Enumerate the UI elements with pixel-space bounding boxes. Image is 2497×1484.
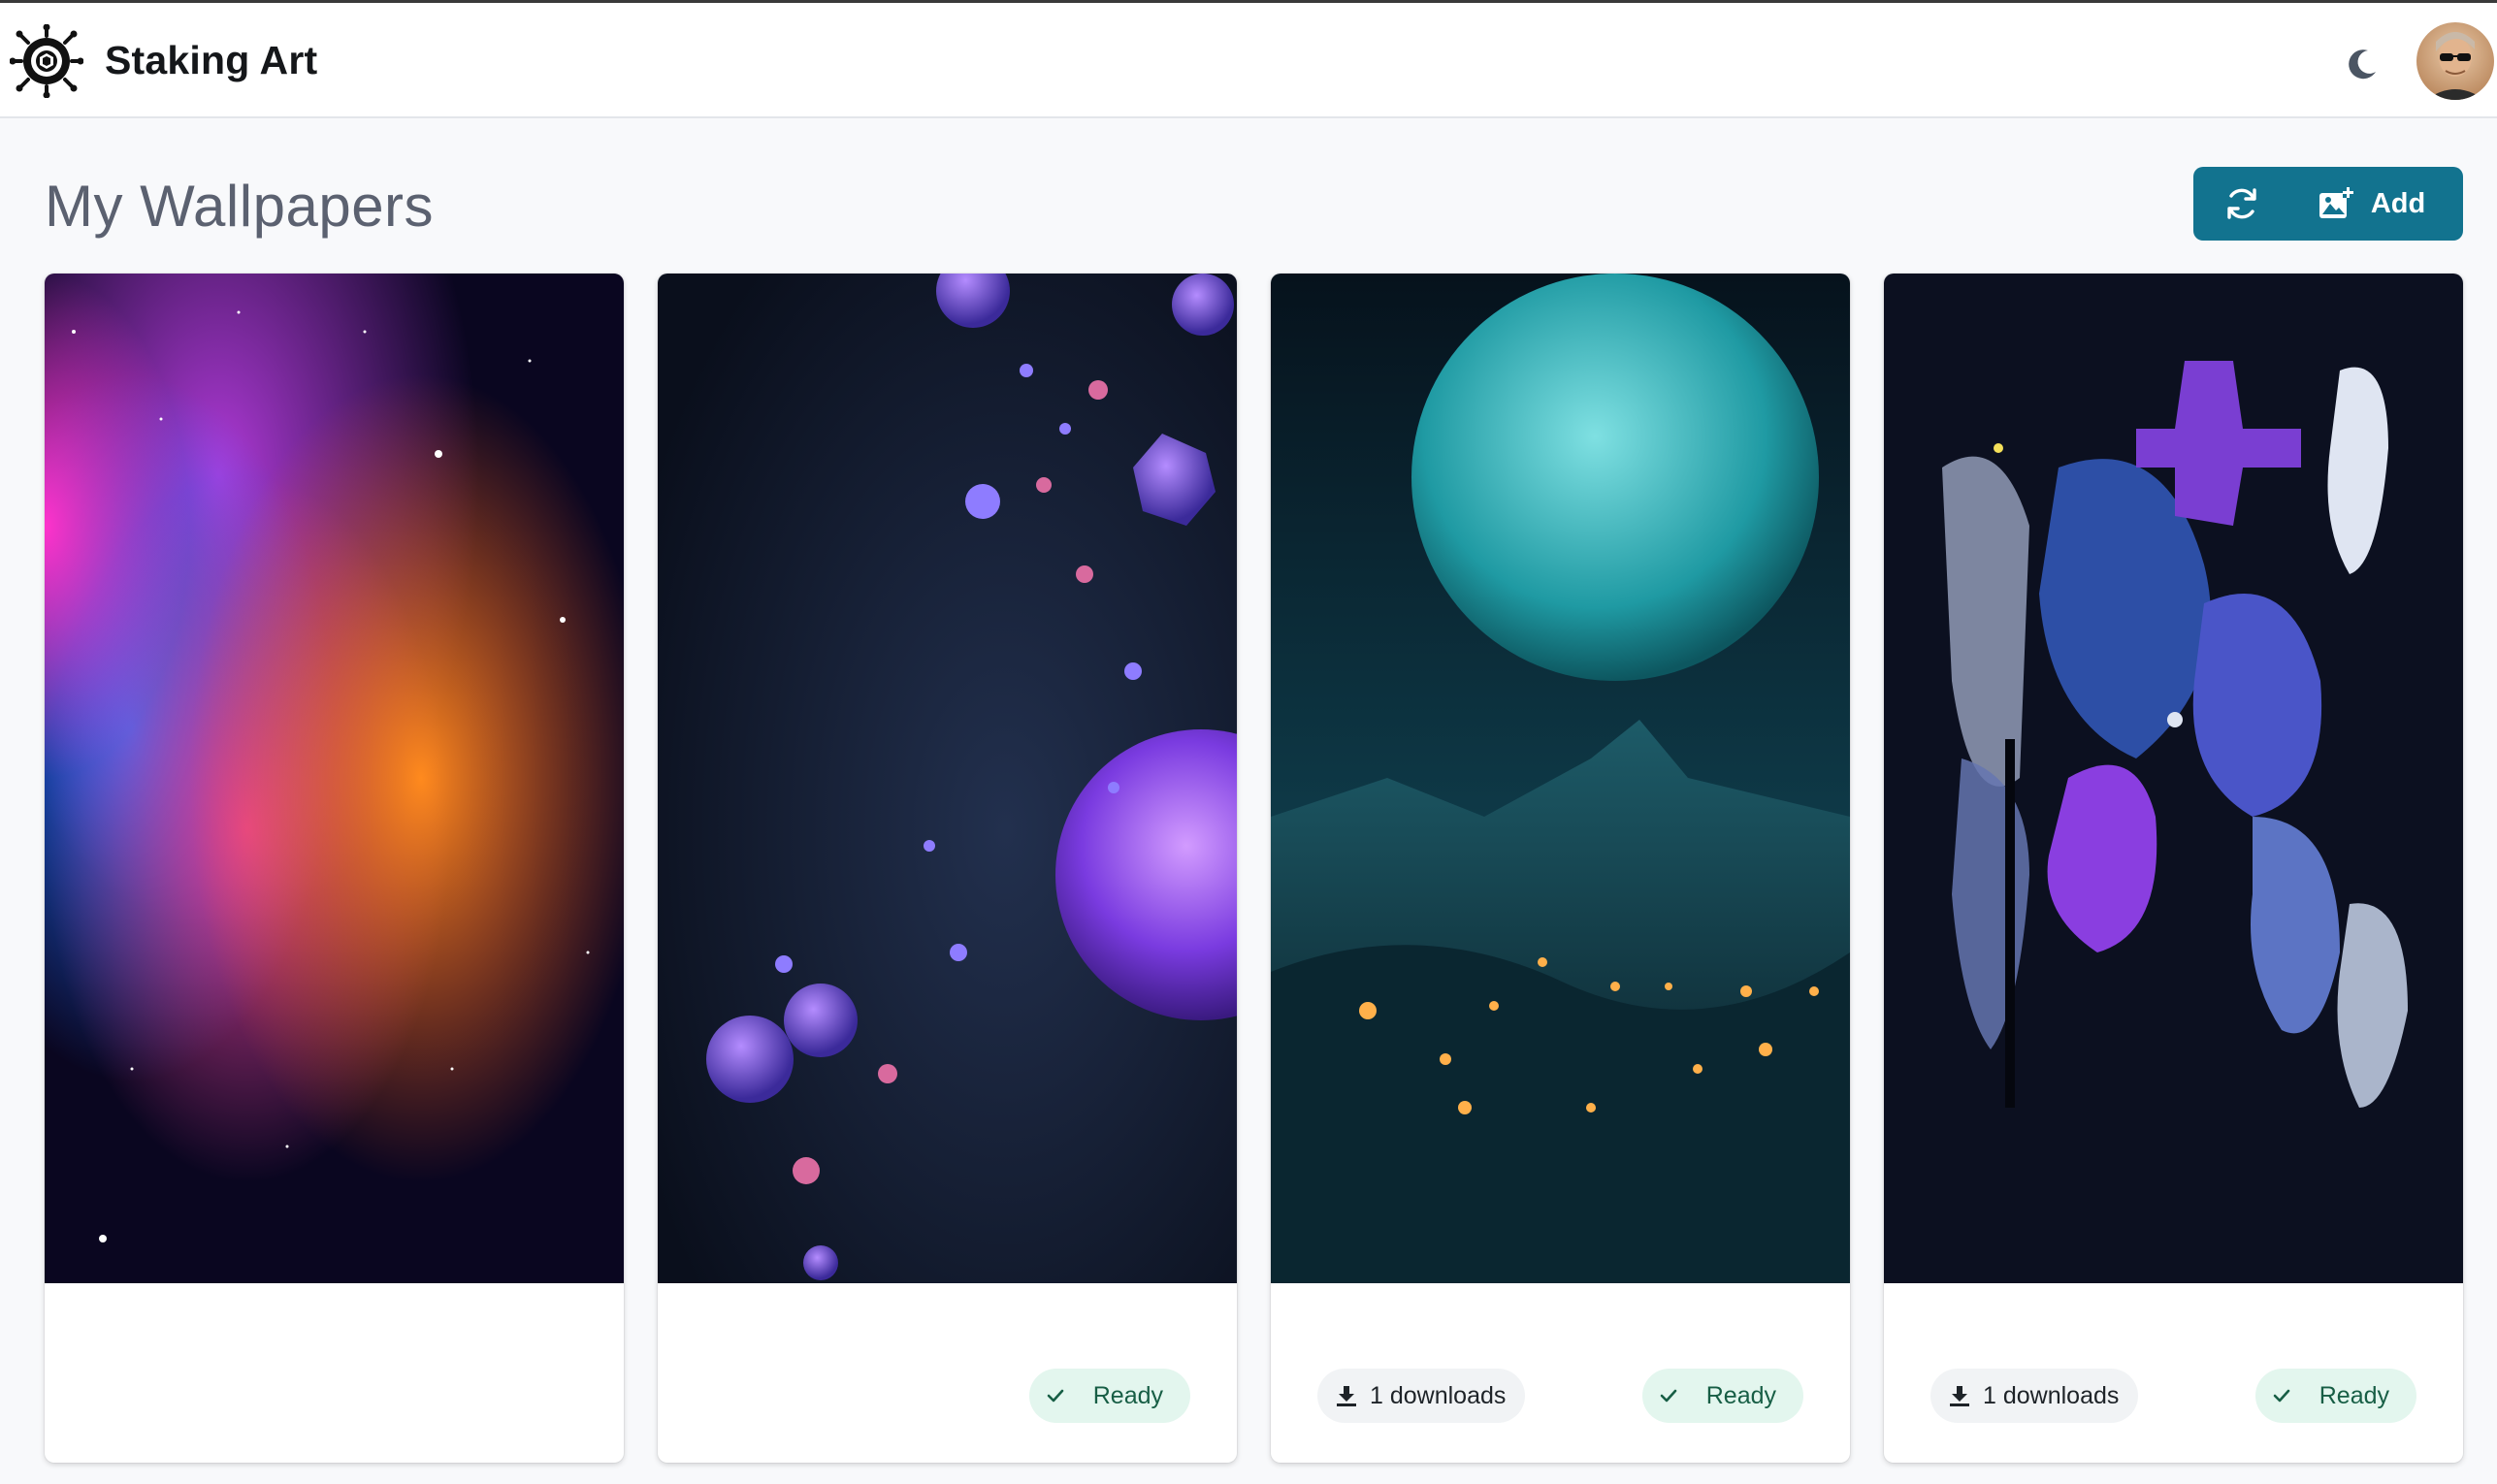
top-navbar: Staking Art [0,3,2497,118]
download-icon [1337,1386,1356,1406]
downloads-label: 1 downloads [1370,1381,1507,1409]
status-label: Ready [2319,1381,2389,1409]
card-footer: Ready [658,1283,1237,1463]
wallpaper-image-molecules[interactable] [658,274,1237,1283]
user-avatar[interactable] [2416,22,2494,100]
card-footer: 1 downloads Ready [1884,1283,2463,1463]
wallpaper-card[interactable]: 1 downloads Ready [1271,274,1850,1463]
add-wallpaper-button[interactable]: Add [2290,167,2463,241]
status-badge-ready: Ready [2254,1369,2416,1423]
wallpaper-image-paint[interactable] [1884,274,2463,1283]
page-title: My Wallpapers [45,174,435,239]
moon-icon[interactable] [2343,45,2382,83]
downloads-label: 1 downloads [1983,1381,2120,1409]
wallpaper-card[interactable]: Ready [658,274,1237,1463]
wallpaper-image-galaxy[interactable] [45,274,624,1283]
status-label: Ready [1705,1381,1776,1409]
refresh-button[interactable] [2193,167,2290,241]
action-button-group: Add [2193,167,2463,241]
card-footer: 1 downloads Ready [1271,1283,1850,1463]
check-icon [2273,1389,2290,1403]
status-badge-ready: Ready [1028,1369,1190,1423]
app-title[interactable]: Staking Art [105,38,317,83]
add-image-icon [2319,187,2353,218]
wallpaper-image-moon[interactable] [1271,274,1850,1283]
download-icon [1950,1386,1969,1406]
status-label: Ready [1092,1381,1163,1409]
check-icon [1047,1389,1064,1403]
card-footer [45,1283,624,1463]
logo-icon[interactable] [10,24,83,98]
downloads-badge: 1 downloads [1930,1369,2139,1423]
wallpaper-card[interactable]: 1 downloads Ready [1884,274,2463,1463]
check-icon [1660,1389,1677,1403]
refresh-icon [2227,188,2256,219]
status-badge-ready: Ready [1641,1369,1803,1423]
downloads-badge: 1 downloads [1317,1369,1526,1423]
wallpaper-card[interactable] [45,274,624,1463]
add-button-label: Add [2370,187,2426,219]
